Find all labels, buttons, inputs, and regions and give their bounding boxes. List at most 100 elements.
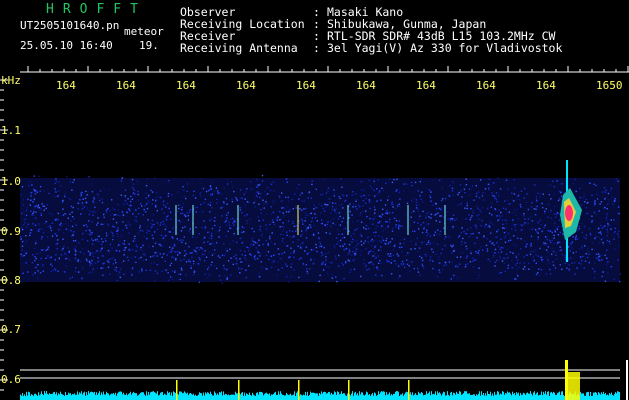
power-bar [65, 391, 66, 400]
noise-pixel [617, 180, 619, 182]
noise-pixel [250, 245, 252, 247]
power-bar [477, 395, 478, 400]
power-bar [157, 391, 158, 400]
noise-pixel [75, 259, 77, 261]
noise-pixel [524, 268, 526, 271]
noise-pixel [366, 237, 368, 239]
noise-pixel [77, 259, 80, 261]
noise-pixel [189, 232, 191, 234]
noise-pixel [302, 263, 305, 265]
noise-pixel [531, 202, 533, 204]
noise-pixel [486, 248, 489, 250]
noise-pixel [484, 226, 486, 228]
noise-pixel [332, 222, 334, 225]
power-bar [551, 391, 552, 400]
noise-pixel [75, 245, 77, 248]
noise-pixel [481, 219, 483, 222]
power-bar [609, 393, 610, 400]
noise-pixel [131, 267, 134, 269]
noise-pixel [478, 249, 480, 252]
noise-pixel [128, 232, 130, 234]
noise-pixel [356, 240, 358, 242]
noise-pixel [28, 185, 30, 187]
noise-pixel [125, 246, 127, 249]
power-bar [518, 392, 519, 400]
noise-pixel [553, 213, 555, 215]
noise-pixel [96, 224, 98, 226]
noise-pixel [209, 219, 211, 222]
noise-pixel [181, 269, 183, 271]
noise-pixel [575, 238, 577, 240]
noise-pixel [98, 197, 100, 199]
noise-pixel [108, 188, 111, 191]
noise-pixel [600, 238, 603, 241]
power-bar [40, 394, 41, 400]
noise-pixel [570, 257, 572, 259]
noise-pixel [423, 227, 425, 229]
noise-pixel [152, 223, 154, 226]
noise-pixel [509, 236, 511, 239]
noise-pixel [239, 189, 242, 191]
noise-pixel [497, 177, 499, 179]
noise-pixel [126, 227, 128, 229]
noise-pixel [210, 201, 212, 204]
power-bar [232, 394, 233, 400]
power-bar [62, 394, 63, 400]
noise-pixel [329, 201, 331, 204]
noise-pixel [418, 247, 421, 249]
noise-pixel [503, 232, 506, 234]
noise-pixel [257, 250, 259, 252]
power-bar [544, 393, 545, 400]
noise-pixel [21, 212, 23, 215]
noise-pixel [549, 230, 551, 232]
noise-pixel [409, 261, 411, 263]
power-bar [612, 394, 613, 400]
power-bar [469, 393, 470, 400]
power-bar [170, 395, 171, 400]
power-bar [367, 392, 368, 400]
noise-pixel [601, 259, 604, 261]
power-bar [476, 394, 477, 400]
noise-pixel [185, 274, 187, 276]
noise-pixel [403, 238, 406, 240]
noise-pixel [538, 275, 541, 277]
noise-pixel [373, 231, 375, 234]
noise-pixel [326, 223, 329, 226]
noise-pixel [131, 273, 133, 275]
noise-pixel [146, 178, 148, 180]
noise-pixel [604, 225, 606, 227]
noise-pixel [241, 211, 243, 214]
noise-pixel [143, 253, 145, 256]
noise-pixel [265, 239, 267, 242]
power-bar [425, 394, 426, 400]
noise-pixel [128, 208, 130, 210]
noise-pixel [300, 234, 302, 236]
noise-pixel [238, 268, 240, 271]
noise-pixel [159, 253, 161, 255]
noise-pixel [325, 259, 327, 261]
noise-pixel [272, 221, 275, 223]
noise-pixel [340, 203, 343, 206]
noise-pixel [260, 261, 262, 263]
noise-pixel [273, 190, 275, 193]
noise-pixel [590, 219, 592, 222]
x-tick-label: 164 [536, 79, 556, 92]
power-bar [530, 391, 531, 400]
noise-pixel [353, 233, 355, 235]
noise-pixel [207, 189, 210, 192]
noise-pixel [385, 227, 387, 230]
power-bar [173, 391, 174, 400]
noise-pixel [318, 238, 321, 241]
power-bar [161, 392, 162, 400]
noise-pixel [77, 260, 79, 262]
noise-pixel [531, 220, 534, 222]
power-bar [392, 395, 393, 400]
power-bar [312, 392, 313, 400]
noise-pixel [422, 222, 425, 224]
power-bar [295, 395, 296, 400]
noise-pixel [436, 276, 439, 278]
noise-pixel [581, 248, 584, 250]
noise-pixel [25, 214, 28, 217]
noise-pixel [469, 251, 472, 253]
power-bar [457, 393, 458, 400]
